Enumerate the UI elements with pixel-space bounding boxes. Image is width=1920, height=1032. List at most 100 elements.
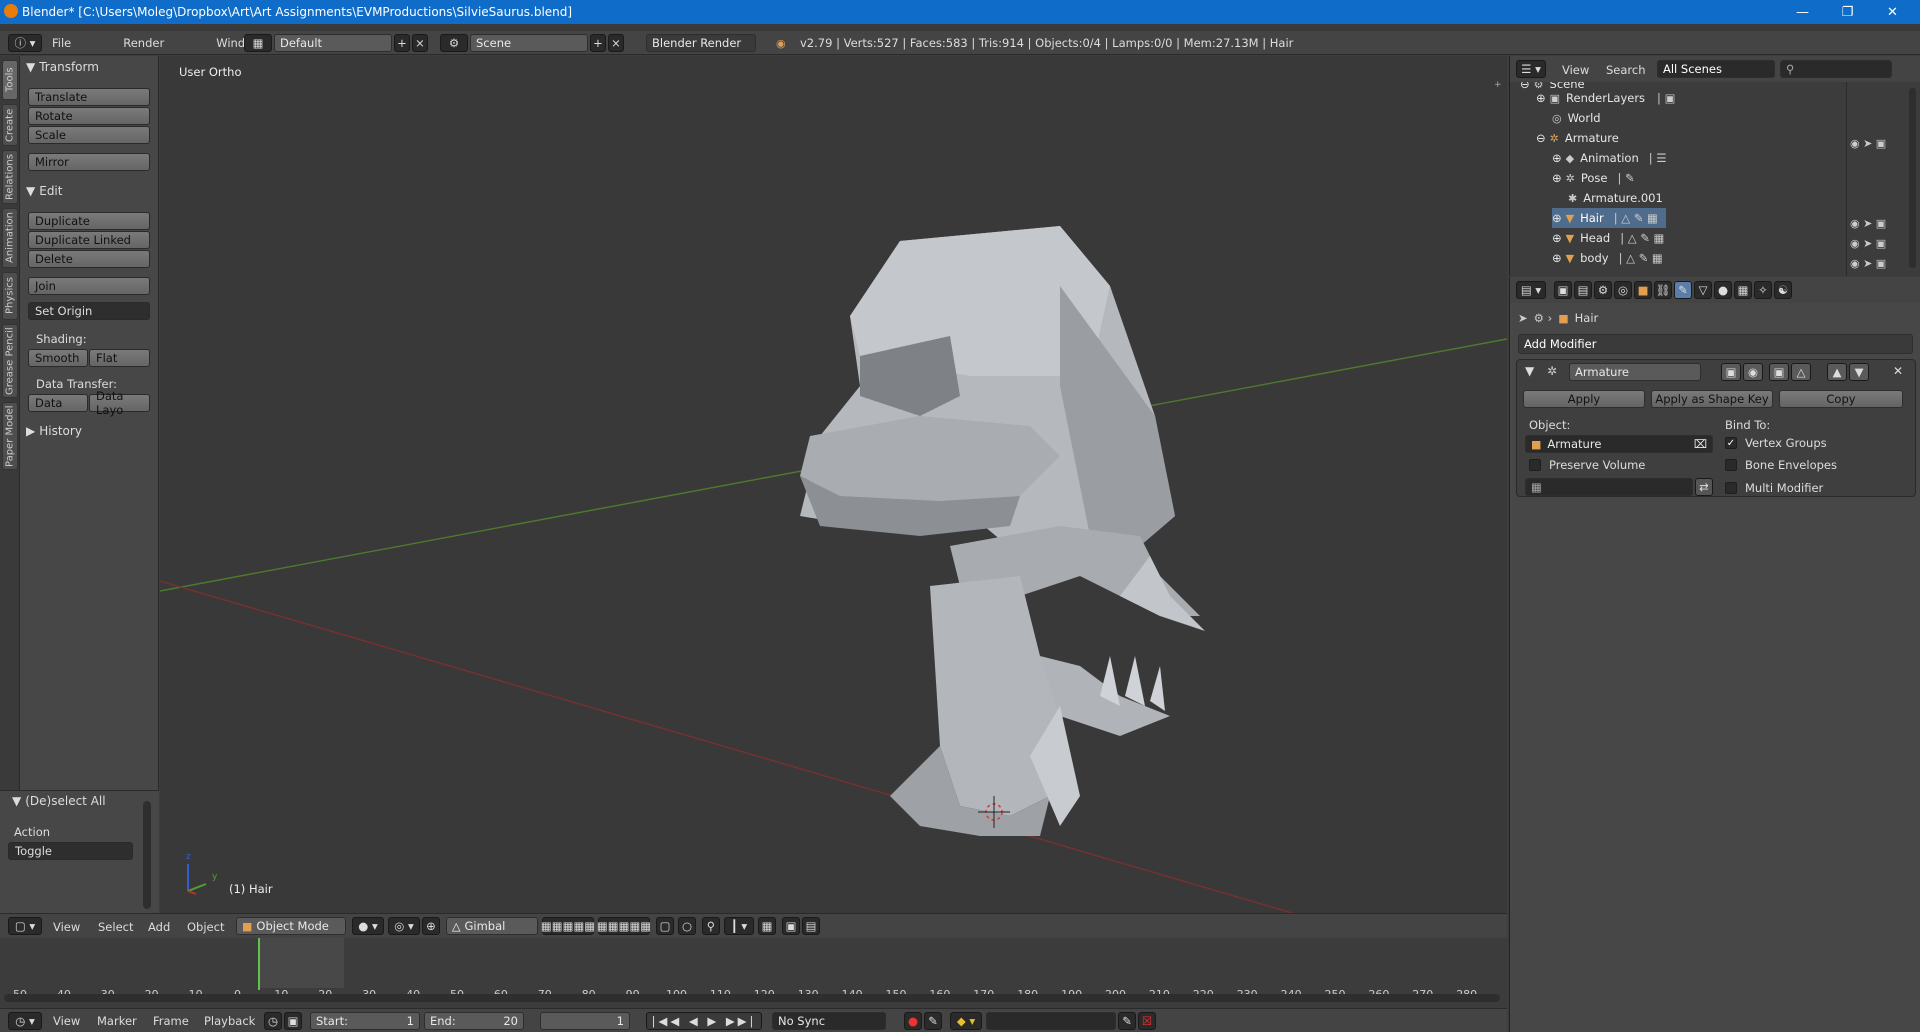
data-layout-button[interactable]: Data Layo — [89, 389, 150, 417]
invert-vertex-group-icon[interactable]: ⇄ — [1695, 478, 1713, 496]
tab-grease-pencil[interactable]: Grease Pencil — [2, 324, 18, 398]
tab-tools[interactable]: Tools — [2, 60, 18, 100]
outliner-item-armature[interactable]: ⊖ ✲ Armature — [1536, 128, 1619, 148]
outliner-item-head[interactable]: ⊕ ▼ Head | △ ✎ ▦ — [1552, 228, 1664, 248]
outliner-display-select[interactable]: All Scenes — [1657, 60, 1775, 78]
scene-field[interactable]: Scene — [470, 34, 588, 52]
mirror-button[interactable]: Mirror — [28, 153, 150, 171]
layout-add-icon[interactable]: + — [394, 34, 410, 52]
render-tab-icon[interactable]: ▣ — [1554, 281, 1572, 299]
scene-remove-icon[interactable]: × — [608, 34, 624, 52]
3d-viewport[interactable]: User Ortho (1) Hair y z + — [160, 56, 1507, 913]
sync-mode-select[interactable]: No Sync — [772, 1012, 886, 1030]
lock-range-icon[interactable]: ▣ — [284, 1012, 302, 1030]
info-menu-render[interactable]: Render — [123, 36, 164, 50]
modifier-collapse-icon[interactable]: ▼ — [1525, 364, 1534, 378]
copy-modifier-button[interactable]: Copy — [1779, 390, 1903, 408]
vertex-groups-checkbox[interactable]: ✓ Vertex Groups — [1725, 436, 1827, 450]
outliner-menu-search[interactable]: Search — [1606, 63, 1646, 77]
snap-target-icon[interactable]: ▦ — [758, 917, 776, 935]
editor-type-timeline-button[interactable]: ◷ ▾ — [8, 1012, 42, 1030]
transform-panel-header[interactable]: ▼ Transform — [26, 60, 99, 74]
join-button[interactable]: Join — [28, 277, 150, 295]
show-render-icon[interactable]: ▣ — [1721, 363, 1741, 381]
keying-options-icon[interactable]: ✎ — [924, 1012, 942, 1030]
menu-add[interactable]: Add — [148, 920, 170, 934]
preserve-volume-checkbox[interactable]: Preserve Volume — [1529, 458, 1645, 472]
timeline-menu-view[interactable]: View — [53, 1014, 80, 1028]
character-model[interactable] — [800, 226, 1205, 836]
action-select[interactable]: Toggle — [8, 842, 133, 860]
apply-shape-key-button[interactable]: Apply as Shape Key — [1651, 390, 1773, 408]
constraints-tab-icon[interactable]: ⛓ — [1654, 281, 1672, 299]
keying-set-select[interactable]: ◆ ▾ — [950, 1012, 982, 1030]
timeline-menu-marker[interactable]: Marker — [97, 1014, 137, 1028]
rotate-button[interactable]: Rotate — [28, 107, 150, 125]
editor-type-3dview-button[interactable]: ▢ ▾ — [8, 917, 42, 935]
modifiers-tab-icon[interactable]: ✎ — [1674, 281, 1692, 299]
active-keying-set-field[interactable] — [986, 1012, 1116, 1030]
scale-button[interactable]: Scale — [28, 126, 150, 144]
set-origin-select[interactable]: Set Origin — [28, 302, 150, 320]
timeline-menu-frame[interactable]: Frame — [153, 1014, 189, 1028]
viewport-corner-icon[interactable]: + — [1494, 80, 1502, 90]
timeline-menu-playback[interactable]: Playback — [204, 1014, 255, 1028]
transform-orientation-select[interactable]: △ Gimbal — [446, 917, 538, 935]
material-tab-icon[interactable]: ● — [1714, 281, 1732, 299]
redo-panel-header[interactable]: ▼ (De)select All — [12, 794, 106, 808]
proportional-edit-icon[interactable]: ○ — [678, 917, 696, 935]
minimize-icon[interactable]: — — [1780, 0, 1825, 24]
preview-range-icon[interactable]: ◷ — [264, 1012, 282, 1030]
data-transfer-button[interactable]: Data — [28, 394, 88, 412]
pivot-point-select[interactable]: ◎ ▾ — [388, 917, 420, 935]
remove-modifier-icon[interactable]: ✕ — [1893, 364, 1903, 378]
shade-flat-button[interactable]: Flat — [89, 349, 150, 367]
scene-add-icon[interactable]: + — [590, 34, 606, 52]
manipulator-toggle-icon[interactable]: ⊕ — [422, 917, 440, 935]
history-panel-header[interactable]: ▶ History — [26, 424, 82, 438]
data-tab-icon[interactable]: ▽ — [1694, 281, 1712, 299]
outliner-scrollbar[interactable] — [1909, 88, 1916, 268]
editor-type-info-button[interactable]: ⓘ ▾ — [8, 34, 42, 52]
edit-panel-header[interactable]: ▼ Edit — [26, 184, 62, 198]
move-up-icon[interactable]: ▲ — [1827, 363, 1847, 381]
restore-icon[interactable]: ❐ — [1825, 0, 1870, 24]
outliner-item-renderlayers[interactable]: ⊕ ▣ RenderLayers | ▣ — [1536, 88, 1675, 108]
shade-smooth-button[interactable]: Smooth — [28, 349, 88, 367]
layout-field[interactable]: Default — [274, 34, 392, 52]
modifier-name-input[interactable]: Armature — [1569, 363, 1701, 381]
duplicate-button[interactable]: Duplicate — [28, 212, 150, 230]
opengl-render-icon[interactable]: ▣ — [782, 917, 800, 935]
mode-select[interactable]: ■ Object Mode — [236, 917, 346, 935]
scene-tab-icon[interactable]: ⚙ — [1594, 281, 1612, 299]
apply-button[interactable]: Apply — [1523, 390, 1645, 408]
current-frame-marker[interactable] — [258, 938, 260, 990]
menu-view[interactable]: View — [53, 920, 80, 934]
start-frame-field[interactable]: Start: 1 — [310, 1012, 420, 1030]
layout-remove-icon[interactable]: × — [412, 34, 428, 52]
delete-keyframe-icon[interactable]: ☒ — [1138, 1012, 1156, 1030]
restriction-columns[interactable]: ◉ ➤ ▣ ◉ ➤ ▣ ◉ ➤ ▣ ◉ ➤ ▣ — [1850, 134, 1886, 274]
current-frame-field[interactable]: 1 — [540, 1012, 630, 1030]
outliner-item-hair[interactable]: ⊕ ▼ Hair | △ ✎ ▦ — [1552, 208, 1666, 228]
opengl-anim-icon[interactable]: ▤ — [802, 917, 820, 935]
duplicate-linked-button[interactable]: Duplicate Linked — [28, 231, 150, 249]
tab-paper-model[interactable]: Paper Model — [2, 402, 18, 470]
multi-modifier-checkbox[interactable]: Multi Modifier — [1725, 481, 1823, 495]
physics-tab-icon[interactable]: ☯ — [1774, 281, 1792, 299]
end-frame-field[interactable]: End: 20 — [424, 1012, 524, 1030]
insert-keyframe-icon[interactable]: ✎ — [1118, 1012, 1136, 1030]
timeline-scrollbar[interactable] — [4, 994, 1500, 1002]
snap-element-select[interactable]: ┃ ▾ — [724, 917, 754, 935]
timeline-area[interactable]: -50-40-30-20-100102030405060708090100110… — [0, 938, 1507, 1008]
texture-tab-icon[interactable]: ▦ — [1734, 281, 1752, 299]
lock-layers-icon[interactable]: ▢ — [656, 917, 674, 935]
add-modifier-select[interactable]: Add Modifier — [1518, 334, 1913, 354]
layers-second-block[interactable]: ▦▦▦▦▦ — [597, 917, 651, 935]
outliner-search-input[interactable]: ⚲ — [1780, 60, 1892, 78]
tab-animation[interactable]: Animation — [2, 208, 18, 268]
menu-object[interactable]: Object — [187, 920, 224, 934]
clear-object-icon[interactable]: ⌧ — [1694, 437, 1707, 451]
outliner-item-world[interactable]: ◎ World — [1552, 108, 1601, 128]
tab-physics[interactable]: Physics — [2, 272, 18, 320]
